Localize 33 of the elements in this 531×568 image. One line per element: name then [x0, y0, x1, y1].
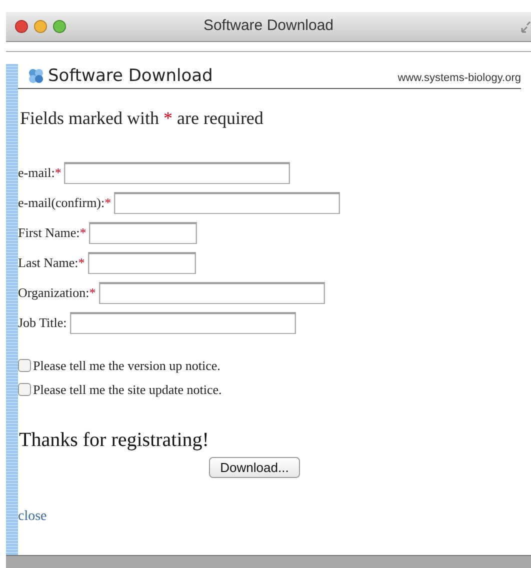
checkbox[interactable] [18, 382, 31, 396]
zoom-button[interactable] [53, 20, 66, 33]
close-button[interactable] [15, 20, 28, 33]
input-field[interactable] [70, 312, 296, 334]
required-mark: * [78, 254, 85, 272]
logo-icon [28, 68, 44, 84]
field-label: Job Title: [18, 314, 67, 332]
input-field[interactable] [88, 252, 196, 274]
required-mark: * [80, 224, 86, 242]
required-note: Fields marked with * are required [20, 107, 264, 130]
fullscreen-icon[interactable] [521, 21, 531, 33]
minimize-button[interactable] [34, 20, 47, 33]
field-label: e-mail: [18, 164, 55, 182]
field-label: Organization: [18, 284, 90, 302]
header-title: Software Download [48, 66, 213, 86]
site-url: www.systems-biology.org [398, 70, 521, 86]
field-label: First Name: [18, 224, 80, 242]
download-button[interactable]: Download... [209, 457, 300, 478]
field-label: e-mail(confirm): [18, 194, 105, 212]
input-field[interactable] [89, 222, 198, 244]
input-field[interactable] [98, 282, 325, 304]
checkbox-label: Please tell me the site update notice. [33, 380, 222, 399]
input-field[interactable] [114, 192, 340, 214]
checkbox[interactable] [18, 359, 31, 372]
field-label: Last Name: [18, 254, 78, 272]
input-field[interactable] [64, 162, 290, 184]
required-mark: * [54, 164, 62, 182]
thanks-message: Thanks for registrating! [19, 428, 210, 453]
checkbox-label: Please tell me the version up notice. [33, 357, 220, 375]
window-title: Software Download [203, 16, 334, 36]
close-link[interactable]: close [18, 506, 47, 527]
required-mark: * [89, 284, 96, 302]
required-mark: * [104, 194, 112, 212]
